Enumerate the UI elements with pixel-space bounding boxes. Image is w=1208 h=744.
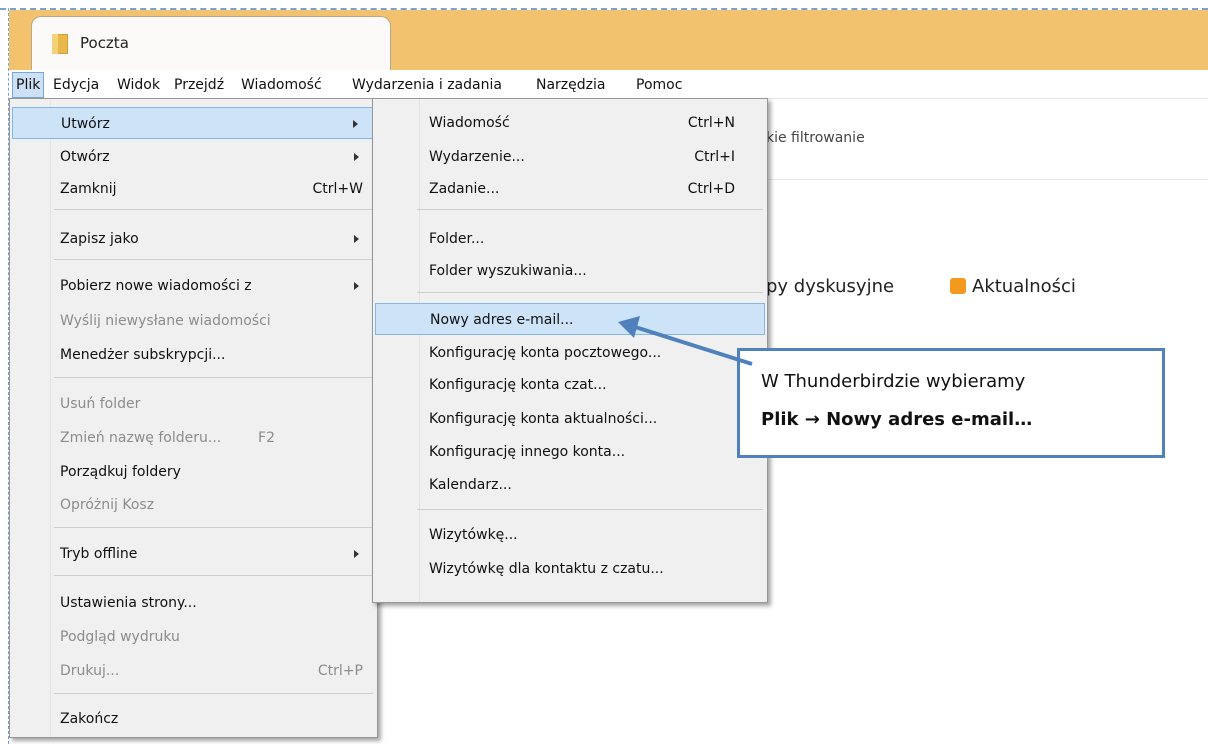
folder-icon [52,34,68,54]
quick-filter-text: kie filtrowanie [766,130,865,146]
submenu-arrow-icon [354,282,359,290]
submenu-arrow-icon [353,120,358,128]
file-menu-item-quit[interactable]: Zakończ [12,703,375,735]
menu-edit[interactable]: Edycja [50,72,102,98]
file-menu: Utwórz Otwórz Zamknij Ctrl+W Zapisz jako… [9,98,378,738]
create-menu-item-task[interactable]: Zadanie... Ctrl+D [375,173,765,205]
create-menu-item-saved-search[interactable]: Folder wyszukiwania... [375,255,765,287]
file-menu-item-create[interactable]: Utwórz [12,107,375,139]
menu-help[interactable]: Pomoc [633,72,685,98]
tab-bar: Poczta [9,10,1208,70]
tab-label: Poczta [80,34,129,52]
create-menu-item-chat-vcard[interactable]: Wizytówkę dla kontaktu z czatu... [375,553,765,585]
submenu-arrow-icon [354,550,359,558]
create-menu-item-folder[interactable]: Folder... [375,223,765,255]
create-menu-item-vcard[interactable]: Wizytówkę... [375,519,765,551]
menu-view[interactable]: Widok [114,72,163,98]
file-menu-item-save-as[interactable]: Zapisz jako [12,223,375,255]
file-menu-item-open[interactable]: Otwórz [12,141,375,173]
tab-mail[interactable]: Poczta [31,16,391,70]
menu-file[interactable]: Plik [12,72,45,98]
feeds-link[interactable]: Aktualności [972,276,1076,297]
create-menu-item-event[interactable]: Wydarzenie... Ctrl+I [375,141,765,173]
file-menu-item-send-unsent: Wyślij niewysłane wiadomości [60,313,271,329]
submenu-arrow-icon [354,235,359,243]
rss-icon [950,278,966,294]
file-menu-item-offline[interactable]: Tryb offline [12,538,375,570]
callout-arrow-icon [618,316,753,366]
file-menu-item-delete-folder: Usuń folder [60,396,141,412]
file-menu-item-close[interactable]: Zamknij Ctrl+W [12,173,375,205]
file-menu-item-subscriptions[interactable]: Menedżer subskrypcji... [12,339,375,371]
create-menu-item-message[interactable]: Wiadomość Ctrl+N [375,107,765,139]
menu-go[interactable]: Przejdź [171,72,227,98]
create-menu-item-calendar[interactable]: Kalendarz... [375,469,765,501]
file-menu-item-rename-folder: Zmień nazwę folderu... F2 [60,430,275,446]
menu-bar: Plik Edycja Widok Przejdź Wiadomość Wyda… [9,72,1208,99]
file-menu-item-print: Drukuj... Ctrl+P [60,663,363,679]
file-menu-item-print-preview: Podgląd wydruku [60,629,180,645]
file-menu-item-empty-trash: Opróżnij Kosz [60,497,155,513]
file-menu-item-page-setup[interactable]: Ustawienia strony... [12,587,375,619]
callout-line2: Plik → Nowy adres e-mail… [761,409,1033,430]
file-menu-item-get-messages[interactable]: Pobierz nowe wiadomości z [12,270,375,302]
menu-message[interactable]: Wiadomość [238,72,325,98]
create-menu-item-feed-account[interactable]: Konfigurację konta aktualności... [375,403,765,435]
submenu-arrow-icon [354,153,359,161]
create-menu-item-other-account[interactable]: Konfigurację innego konta... [375,436,765,468]
menu-events-tasks[interactable]: Wydarzenia i zadania [349,72,505,98]
newsgroups-link[interactable]: py dyskusyjne [766,276,894,297]
file-menu-item-compact-folders[interactable]: Porządkuj foldery [12,456,375,488]
menu-tools[interactable]: Narzędzia [533,72,608,98]
annotation-callout: W Thunderbirdzie wybieramy Plik → Nowy a… [737,348,1165,458]
callout-line1: W Thunderbirdzie wybieramy [761,371,1026,392]
